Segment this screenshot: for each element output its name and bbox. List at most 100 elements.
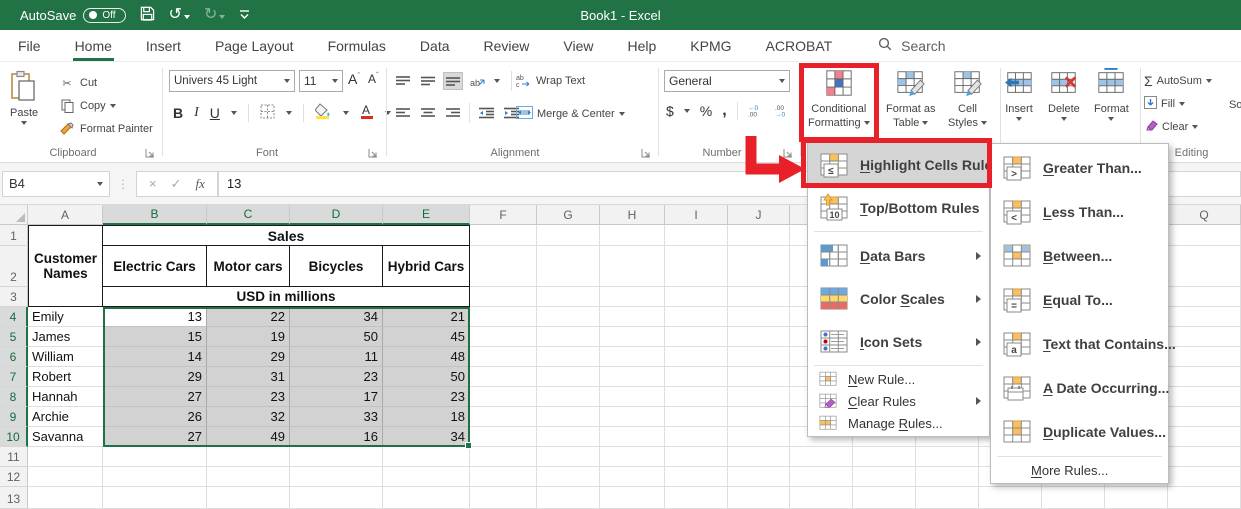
decrease-decimal-icon[interactable]: .00 →0	[775, 103, 792, 120]
grid-cell[interactable]	[1105, 487, 1168, 509]
cell-value[interactable]: 13	[103, 307, 207, 327]
cell-name-archie[interactable]: Archie	[28, 407, 103, 427]
grid-cell[interactable]	[728, 487, 790, 509]
menu-item-highlight-cells-rules[interactable]: ≤ Highlight Cells Rules	[808, 143, 1016, 186]
number-format-select[interactable]: General	[664, 70, 790, 92]
percent-style-button[interactable]: %	[700, 103, 712, 119]
grid-cell[interactable]	[1168, 447, 1241, 467]
cell-value[interactable]: 26	[103, 407, 207, 427]
grid-cell[interactable]	[853, 487, 916, 509]
row-header-10[interactable]: 10	[0, 427, 28, 447]
insert-cells-button[interactable]: Insert	[1004, 68, 1034, 121]
cell-value[interactable]: 29	[207, 347, 290, 367]
grid-cell[interactable]	[1168, 327, 1241, 347]
cell-name-hannah[interactable]: Hannah	[28, 387, 103, 407]
grid-cell[interactable]	[470, 407, 537, 427]
grid-cell[interactable]	[537, 246, 600, 287]
grid-cell[interactable]	[600, 307, 665, 327]
cell-value[interactable]: 34	[290, 307, 383, 327]
row-header-3[interactable]: 3	[0, 287, 28, 307]
grid-cell[interactable]	[537, 407, 600, 427]
cell-name-robert[interactable]: Robert	[28, 367, 103, 387]
menu-item-manage-rules[interactable]: Manage Rules...	[808, 412, 989, 434]
row-header-2[interactable]: 2	[0, 246, 28, 287]
cell-value[interactable]: 31	[207, 367, 290, 387]
undo-button[interactable]: ↺	[169, 7, 190, 23]
cell-value[interactable]: 22	[207, 307, 290, 327]
cell-value[interactable]: 19	[207, 327, 290, 347]
shrink-font-button[interactable]: Aˇ	[368, 71, 379, 86]
grid-cell[interactable]	[665, 367, 728, 387]
grid-cell[interactable]	[1168, 225, 1241, 246]
tab-page-layout[interactable]: Page Layout	[213, 32, 296, 60]
middle-align-icon[interactable]	[419, 73, 437, 89]
cell-value[interactable]: 11	[290, 347, 383, 367]
grid-cell[interactable]	[470, 307, 537, 327]
cell-customer-names[interactable]: Customer Names	[28, 225, 103, 307]
grid-cell[interactable]	[383, 487, 470, 509]
menu-item-top-bottom-rules[interactable]: 10 Top/Bottom Rules	[808, 186, 995, 229]
row-header-6[interactable]: 6	[0, 347, 28, 367]
cell-value[interactable]: 23	[207, 387, 290, 407]
grid-cell[interactable]	[537, 347, 600, 367]
grid-cell[interactable]	[470, 246, 537, 287]
column-header-J[interactable]: J	[728, 205, 790, 225]
borders-button[interactable]	[260, 104, 275, 122]
menu-item-data-bars[interactable]: Data Bars	[808, 234, 989, 277]
row-header-7[interactable]: 7	[0, 367, 28, 387]
number-dialog-launcher-icon[interactable]	[783, 148, 794, 159]
menu-item-equal-to[interactable]: = Equal To...	[991, 278, 1168, 322]
grid-cell[interactable]	[1168, 467, 1241, 487]
format-as-table-button[interactable]: Format as Table	[886, 68, 936, 129]
cell-value[interactable]: 23	[290, 367, 383, 387]
column-header-E[interactable]: E	[383, 205, 470, 225]
grid-cell[interactable]	[728, 246, 790, 287]
grid-cell[interactable]	[207, 487, 290, 509]
grid-cell[interactable]	[28, 487, 103, 509]
paste-button[interactable]: Paste	[10, 70, 38, 125]
tab-view[interactable]: View	[561, 32, 595, 60]
grid-cell[interactable]	[728, 327, 790, 347]
menu-item-less-than[interactable]: < Less Than...	[991, 190, 1168, 234]
conditional-formatting-button[interactable]: Conditional Formatting	[808, 68, 870, 129]
comma-style-button[interactable]: ,	[722, 102, 726, 120]
grid-cell[interactable]	[790, 467, 853, 487]
grid-cell[interactable]	[537, 487, 600, 509]
grid-cell[interactable]	[790, 447, 853, 467]
row-header-1[interactable]: 1	[0, 225, 28, 246]
autosum-button[interactable]: Σ AutoSum	[1144, 70, 1212, 92]
grid-cell[interactable]	[1168, 287, 1241, 307]
grid-cell[interactable]	[470, 225, 537, 246]
cell-header-electric-cars[interactable]: Electric Cars	[103, 246, 207, 287]
grid-cell[interactable]	[537, 307, 600, 327]
grid-cell[interactable]	[383, 467, 470, 487]
grid-cell[interactable]	[916, 447, 979, 467]
grid-cell[interactable]	[207, 467, 290, 487]
grow-font-button[interactable]: Aˆ	[348, 71, 360, 87]
decrease-indent-icon[interactable]	[477, 105, 495, 121]
redo-button[interactable]: ↻	[204, 7, 226, 23]
grid-cell[interactable]	[470, 347, 537, 367]
grid-cell[interactable]	[470, 387, 537, 407]
increase-decimal-icon[interactable]: ←0.00	[748, 103, 765, 120]
font-color-button[interactable]: A	[360, 103, 374, 122]
grid-cell[interactable]	[1168, 487, 1241, 509]
grid-cell[interactable]	[916, 467, 979, 487]
cell-value[interactable]: 48	[383, 347, 470, 367]
bold-button[interactable]: B	[173, 105, 183, 121]
row-header-12[interactable]: 12	[0, 467, 28, 487]
grid-cell[interactable]	[665, 487, 728, 509]
menu-item-icon-sets[interactable]: Icon Sets	[808, 320, 989, 363]
cell-sales-title[interactable]: Sales	[103, 225, 470, 246]
delete-cells-button[interactable]: Delete	[1048, 68, 1080, 121]
cell-value[interactable]: 21	[383, 307, 470, 327]
bottom-align-icon[interactable]	[443, 72, 463, 90]
grid-cell[interactable]	[728, 225, 790, 246]
cell-value[interactable]: 15	[103, 327, 207, 347]
grid-cell[interactable]	[853, 447, 916, 467]
grid-cell[interactable]	[600, 427, 665, 447]
grid-cell[interactable]	[728, 347, 790, 367]
grid-cell[interactable]	[790, 487, 853, 509]
grid-cell[interactable]	[665, 467, 728, 487]
cell-value[interactable]: 18	[383, 407, 470, 427]
